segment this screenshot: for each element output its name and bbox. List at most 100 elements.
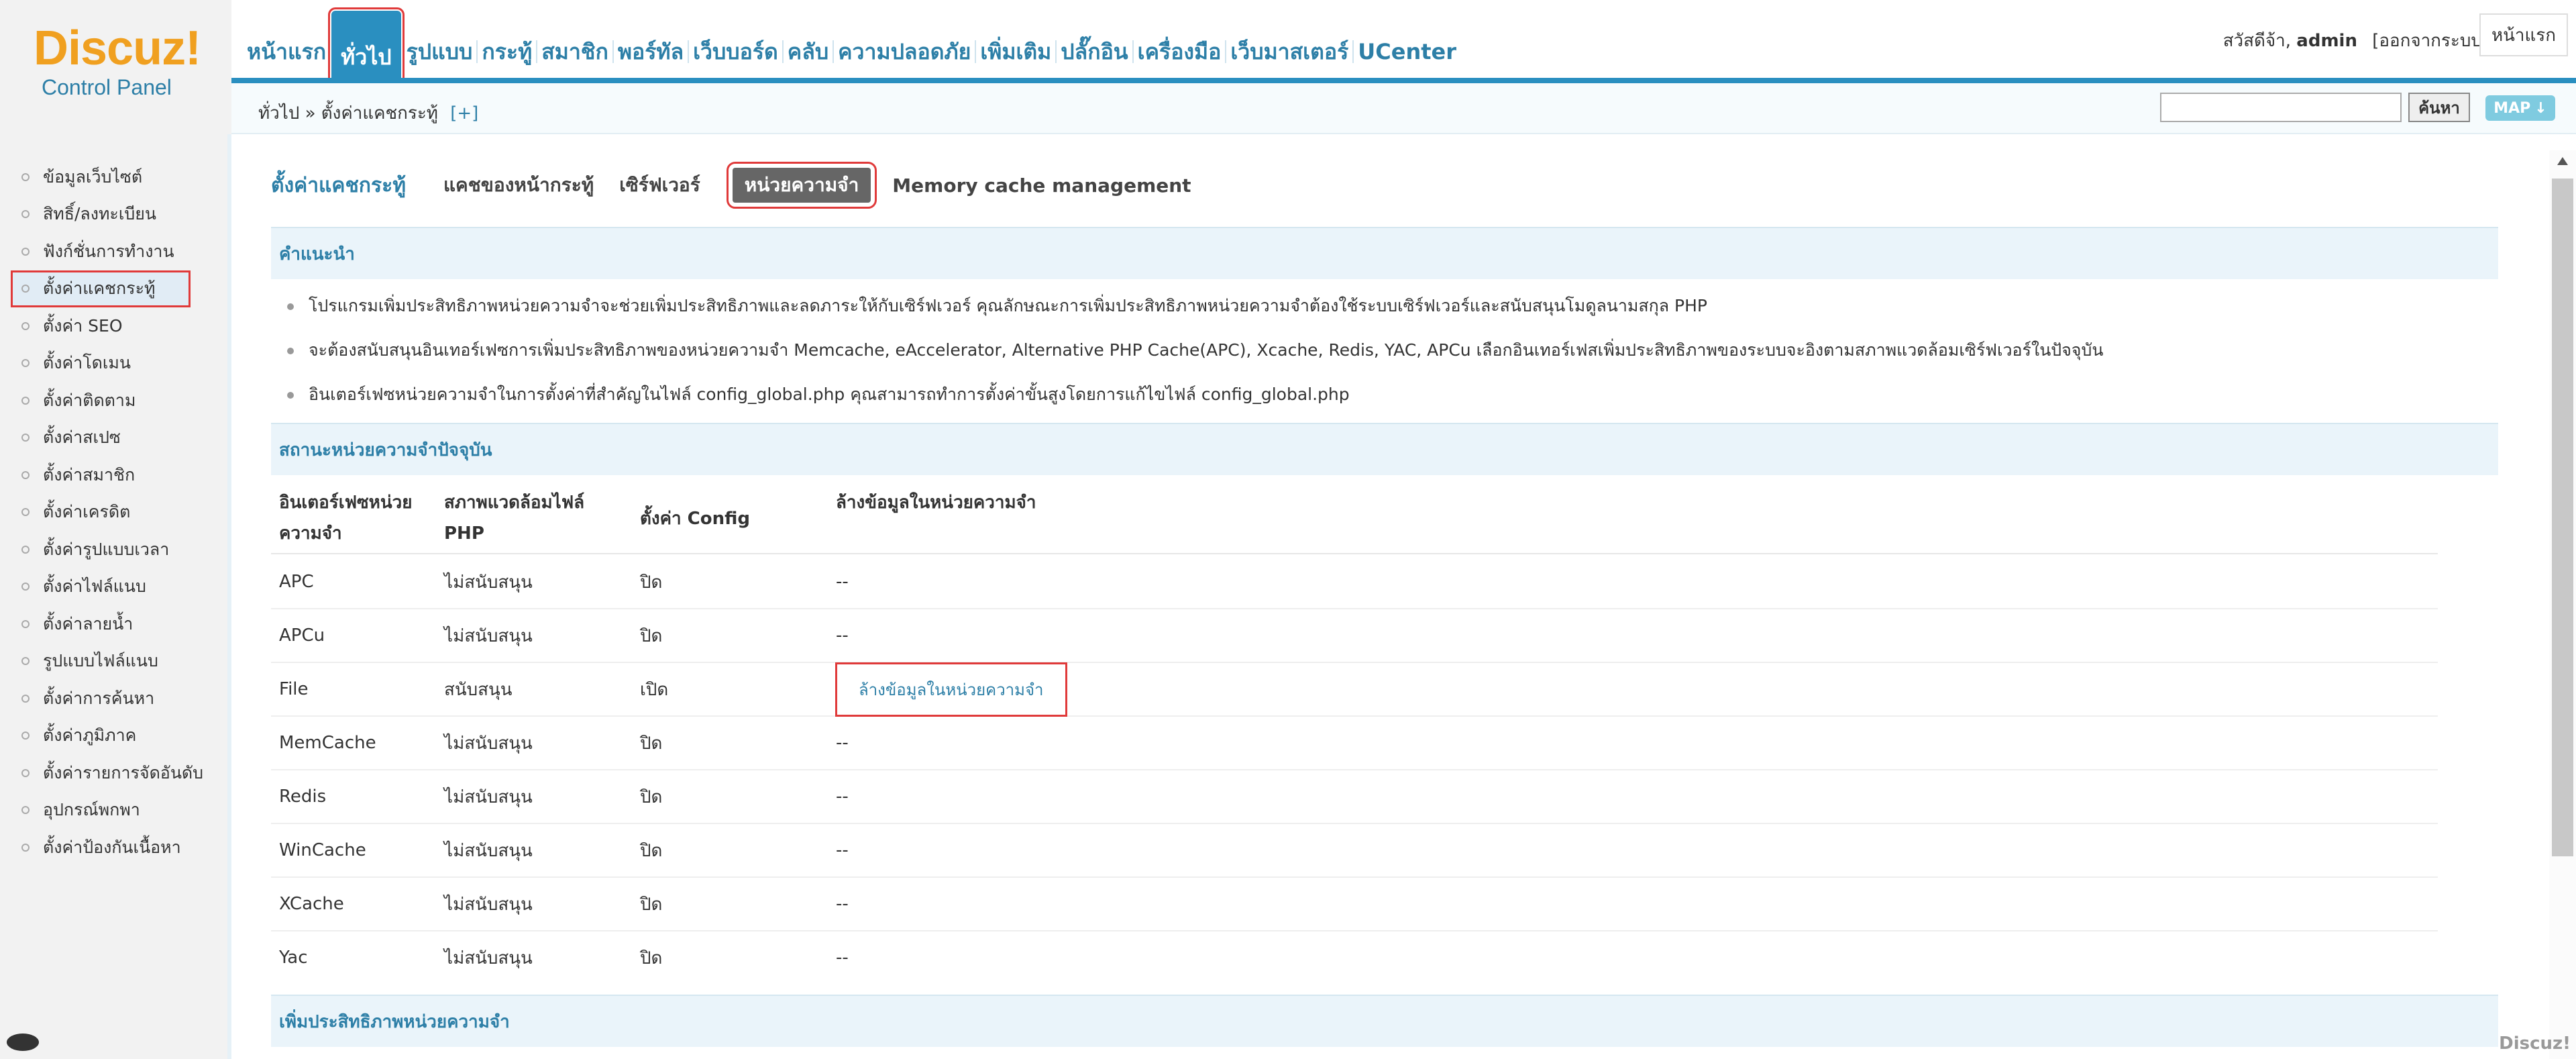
bullet-icon (287, 392, 294, 399)
table-row: XCache ไม่สนับสนุน ปิด -- (271, 878, 2438, 931)
sidebar: ข้อมูลเว็บไซต์ สิทธิ์/ลงทะเบียน ฟังก์ชั่… (0, 134, 231, 1059)
add-shortcut-link[interactable]: [+] (450, 103, 478, 123)
sidebar-item-functions[interactable]: ฟังก์ชั่นการทำงาน (0, 233, 227, 270)
sidebar-item-ranklist[interactable]: ตั้งค่ารายการจัดอันดับ (0, 754, 227, 792)
bullet-icon (287, 303, 294, 310)
sidebar-item-time-format[interactable]: ตั้งค่ารูปแบบเวลา (0, 531, 227, 568)
breadcrumb-bar: ทั่วไป » ตั้งค่าแคชกระทู้ [+] ค้นหา MAP … (231, 83, 2576, 134)
homepage-button[interactable]: หน้าแรก (2479, 13, 2568, 56)
nav-webmaster[interactable]: เว็บมาสเตอร์ (1226, 0, 1352, 78)
header-divider (231, 78, 2576, 83)
table-row: WinCache ไม่สนับสนุน ปิด -- (271, 824, 2438, 878)
tip-item: จะต้องสนับสนุนอินเทอร์เฟซการเพิ่มประสิทธ… (287, 337, 2103, 364)
sidebar-item-access[interactable]: สิทธิ์/ลงทะเบียน (0, 196, 227, 234)
username: admin (2296, 31, 2357, 51)
bullet-icon (21, 396, 30, 405)
tab-memory[interactable]: หน่วยความจำ (726, 162, 877, 209)
discuz-watermark: Discuz! (2499, 1033, 2571, 1054)
nav-general[interactable]: ทั่วไป (328, 7, 405, 81)
nav-club[interactable]: คลับ (784, 0, 833, 78)
nav-threads[interactable]: กระทู้ (478, 0, 536, 78)
map-label: MAP (2493, 99, 2531, 117)
bullet-icon (21, 694, 30, 703)
logout-link[interactable]: [ออกจากระบบ] (2372, 31, 2489, 51)
nav-portal[interactable]: พอร์ทัล (614, 0, 688, 78)
table-row: APC ไม่สนับสนุน ปิด -- (271, 556, 2438, 609)
vertical-scrollbar[interactable] (2549, 150, 2576, 1059)
column-header-php-env: สภาพแวดล้อมไฟล์ PHP (444, 493, 585, 544)
sidebar-item-members[interactable]: ตั้งค่าสมาชิก (0, 456, 227, 494)
table-row: Yac ไม่สนับสนุน ปิด -- (279, 948, 849, 968)
table-row: File สนับสนุน เปิด ล้างข้อมูลในหน่วยความ… (271, 662, 2438, 717)
nav-style[interactable]: รูปแบบ (402, 0, 477, 78)
nav-ucenter[interactable]: UCenter (1354, 0, 1460, 78)
logo-subtitle: Control Panel (42, 75, 172, 99)
sidebar-item-cache[interactable]: ตั้งค่าแคชกระทู้ (11, 270, 191, 307)
memory-status-heading: สถานะหน่วยความจำปัจจุบัน (271, 423, 2498, 475)
bullet-icon (21, 768, 30, 777)
bullet-icon (21, 583, 30, 591)
search-input[interactable] (2160, 93, 2402, 122)
sidebar-item-follow[interactable]: ตั้งค่าติดตาม (0, 382, 227, 419)
nav-plugins[interactable]: ปลั๊กอิน (1057, 0, 1132, 78)
bullet-icon (21, 545, 30, 554)
bullet-icon (21, 732, 30, 740)
bullet-icon (287, 348, 294, 354)
bullet-icon (21, 508, 30, 517)
tip-item: อินเตอร์เฟซหน่วยความจำในการตั้งค่าที่สำค… (287, 381, 1350, 408)
tab-server[interactable]: เซิร์ฟเวอร์ (619, 170, 700, 200)
sidebar-item-attach-types[interactable]: รูปแบบไฟล์แนบ (0, 643, 227, 680)
logo[interactable]: Discuz! Control Panel (0, 0, 231, 134)
site-logo-icon (7, 1033, 39, 1051)
column-header-clear: ล้างข้อมูลในหน่วยความจำ (836, 493, 1036, 513)
tab-memory-cache-management[interactable]: Memory cache management (892, 174, 1191, 197)
sidebar-item-attachments[interactable]: ตั้งค่าไฟล์แนบ (0, 568, 227, 606)
nav-security[interactable]: ความปลอดภัย (834, 0, 975, 78)
sidebar-item-seo[interactable]: ตั้งค่า SEO (0, 307, 227, 345)
nav-extended[interactable]: เพิ่มเติม (976, 0, 1055, 78)
nav-tools[interactable]: เครื่องมือ (1134, 0, 1226, 78)
sidebar-item-space[interactable]: ตั้งค่าสเปซ (0, 419, 227, 457)
logo-brand: Discuz! (34, 21, 201, 75)
bullet-icon (21, 619, 30, 628)
breadcrumb-path[interactable]: ทั่วไป » ตั้งค่าแคชกระทู้ (258, 103, 438, 123)
sidebar-item-site-info[interactable]: ข้อมูลเว็บไซต์ (0, 158, 227, 196)
table-header: อินเตอร์เฟซหน่วย ความจำ สภาพแวดล้อมไฟล์ … (271, 487, 2438, 554)
bullet-icon (21, 172, 30, 181)
map-button[interactable]: MAP ↓ (2485, 95, 2555, 121)
top-header: หน้าแรก ทั่วไป รูปแบบ กระทู้ สมาชิก พอร์… (0, 0, 2576, 83)
main-content: ตั้งค่าแคชกระทู้ แคชของหน้ากระทู้ เซิร์ฟ… (240, 134, 2542, 1059)
breadcrumb: ทั่วไป » ตั้งค่าแคชกระทู้ [+] (258, 99, 478, 127)
nav-home[interactable]: หน้าแรก (243, 0, 330, 78)
footer-site-logo (7, 1031, 141, 1055)
greeting-text: สวัสดีจ้า, (2222, 31, 2292, 51)
tab-page-cache[interactable]: แคชของหน้ากระทู้ (443, 170, 594, 200)
bullet-icon (21, 285, 30, 293)
sidebar-item-search[interactable]: ตั้งค่าการค้นหา (0, 680, 227, 717)
page-title: ตั้งค่าแคชกระทู้ (271, 173, 406, 197)
clear-memory-link[interactable]: ล้างข้อมูลในหน่วยความจำ (835, 662, 1067, 717)
page-header: ตั้งค่าแคชกระทู้ แคชของหน้ากระทู้ เซิร์ฟ… (271, 162, 1217, 209)
bullet-icon (21, 434, 30, 442)
tip-item: โปรแกรมเพิ่มประสิทธิภาพหน่วยความจำจะช่วย… (287, 293, 1707, 319)
nav-members[interactable]: สมาชิก (537, 0, 612, 78)
sidebar-item-domain[interactable]: ตั้งค่าโดเมน (0, 345, 227, 383)
scroll-up-icon[interactable] (2557, 157, 2568, 165)
sidebar-item-region[interactable]: ตั้งค่าภูมิภาค (0, 717, 227, 755)
sidebar-item-anti-copy[interactable]: ตั้งค่าป้องกันเนื้อหา (0, 829, 227, 866)
arrow-down-icon: ↓ (2534, 99, 2547, 117)
top-navigation: หน้าแรก ทั่วไป รูปแบบ กระทู้ สมาชิก พอร์… (243, 0, 1460, 81)
bullet-icon (21, 210, 30, 219)
sidebar-item-mobile[interactable]: อุปกรณ์พกพา (0, 792, 227, 829)
bullet-icon (21, 806, 30, 815)
bullet-icon (21, 657, 30, 666)
memory-optimization-heading: เพิ่มประสิทธิภาพหน่วยความจำ (271, 995, 2498, 1047)
nav-forum[interactable]: เว็บบอร์ด (689, 0, 782, 78)
scrollbar-thumb[interactable] (2552, 179, 2573, 856)
table-row: Redis ไม่สนับสนุน ปิด -- (271, 770, 2438, 824)
bullet-icon (21, 359, 30, 368)
sidebar-item-credits[interactable]: ตั้งค่าเครดิต (0, 494, 227, 532)
sidebar-item-watermark[interactable]: ตั้งค่าลายน้ำ (0, 605, 227, 643)
search-button[interactable]: ค้นหา (2408, 93, 2470, 122)
bullet-icon (21, 247, 30, 256)
